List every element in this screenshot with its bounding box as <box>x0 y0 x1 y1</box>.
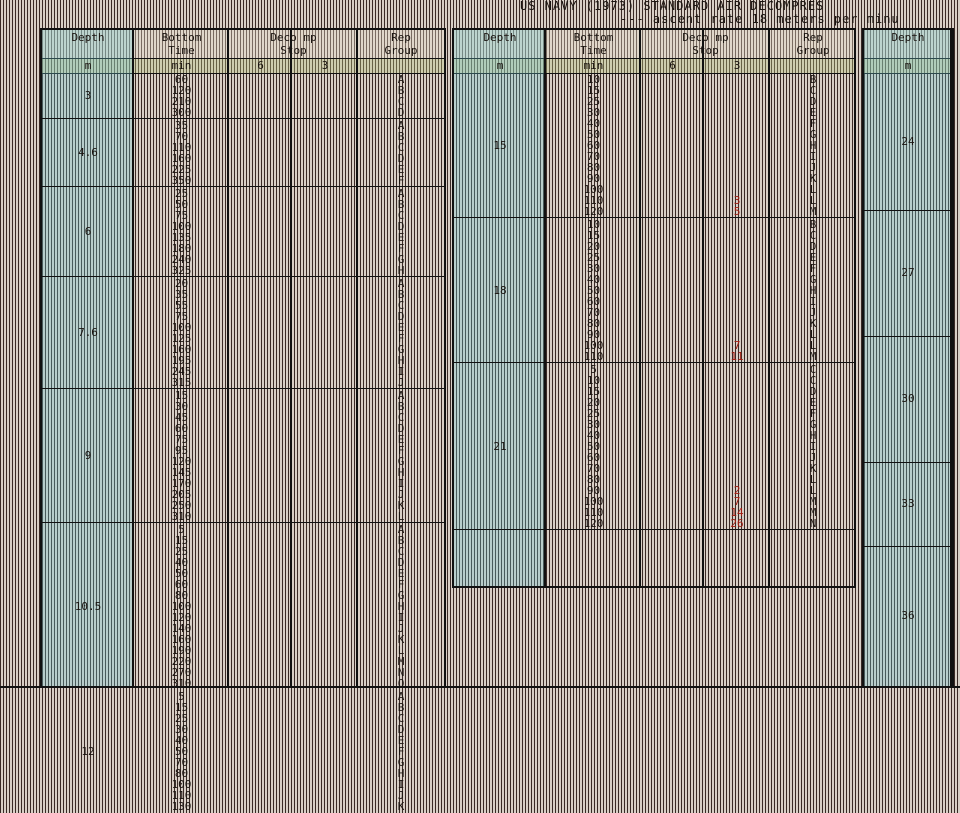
depth-column <box>42 30 134 686</box>
rep-group-cell: H <box>397 767 405 780</box>
bottom-time-cell: 110 <box>171 789 192 802</box>
unit-stop3: 3 <box>733 59 741 72</box>
rep-group-cell: I <box>397 778 405 791</box>
rep-group-cell: J <box>397 376 405 389</box>
header-bottom_time_2: Time <box>580 44 607 57</box>
bottom-time-cell: 315 <box>171 376 192 389</box>
group-divider <box>454 362 856 363</box>
rep-group-cell: K <box>397 800 405 813</box>
rep-group-cell: L <box>397 510 405 523</box>
bottom-time-cell: 310 <box>171 510 192 523</box>
bottom-time-cell: 325 <box>171 264 192 277</box>
bottom-time-cell: 130 <box>171 800 192 813</box>
rep-group-cell: H <box>397 264 405 277</box>
bottom-time-cell: 40 <box>174 734 189 747</box>
group-divider <box>42 276 444 277</box>
bottom-time-cell: 70 <box>174 756 189 769</box>
depth-value: 15 <box>493 138 507 152</box>
group-divider <box>454 529 856 530</box>
bottom-time-cell: 120 <box>583 517 604 530</box>
depth-value: 30 <box>901 392 915 405</box>
depth-value: 12 <box>81 744 95 758</box>
column-divider <box>290 30 292 686</box>
table-panel-3: Depth m 24 27 30 33 36 <box>862 28 954 688</box>
unit-depth: m <box>496 59 504 72</box>
depth-value: 33 <box>901 497 915 510</box>
depth-value: 21 <box>493 439 507 453</box>
group-divider <box>42 522 444 523</box>
header-bottom_time_1: Bottom <box>573 31 614 44</box>
stop-3m-cell: 11 <box>730 350 744 363</box>
bottom-time-cell: 110 <box>583 350 604 363</box>
depth-value: 27 <box>901 266 915 279</box>
bottom-time-cell: 30 <box>174 723 189 736</box>
table-panel-1: Depth Bottom Time Deco mp Stop Rep Group m min 6 3… <box>40 28 446 812</box>
header-rep_1: Rep <box>803 31 823 44</box>
bottom-time-cell: 80 <box>174 767 189 780</box>
header-rep_1: Rep <box>391 31 411 44</box>
rep-group-cell: G <box>397 756 405 769</box>
header-bottom_time_1: Bottom <box>161 31 202 44</box>
depth-value: 10.5 <box>74 599 102 613</box>
rep-group-cell: E <box>397 734 405 747</box>
depth-value: 7.6 <box>78 326 98 339</box>
stop-3m-cell: 5 <box>733 205 741 218</box>
depth-value: 9 <box>84 449 92 462</box>
header-rep_2: Group <box>796 44 830 57</box>
table-panel-2: Depth Bottom Time Deco mp Stop Rep Group m min 6 3… <box>452 28 856 588</box>
depth-value: 18 <box>493 283 507 297</box>
rep-group-cell: N <box>809 517 817 530</box>
header-depth: Depth <box>891 31 925 44</box>
header-rep_2: Group <box>384 44 418 57</box>
group-divider <box>42 388 444 389</box>
group-divider <box>42 118 444 119</box>
chart-subtitle: --- ascent rate 18 meters per minu <box>620 12 900 26</box>
bottom-time-cell: 350 <box>171 174 192 187</box>
group-divider <box>864 462 952 463</box>
unit-stop6: 6 <box>257 59 264 72</box>
depth-column <box>454 30 546 586</box>
page-bottom-rule <box>0 686 960 698</box>
rep-group-cell: F <box>397 745 405 758</box>
rep-group-cell: M <box>809 205 817 218</box>
bottom-time-cell: 50 <box>174 745 189 758</box>
rep-group-cell: D <box>397 106 405 119</box>
bottom-time-cell: 120 <box>583 205 604 218</box>
bottom-time-cell: 300 <box>171 106 192 119</box>
unit-stop6: 6 <box>669 59 676 72</box>
unit-time: min <box>171 59 192 72</box>
bottom-time-cell: 100 <box>171 778 192 791</box>
header-bottom_time_2: Time <box>168 44 195 57</box>
stop-3m-cell: 26 <box>730 517 744 530</box>
depth-column <box>864 30 952 686</box>
group-divider <box>454 217 856 218</box>
depth-value: 3 <box>84 89 92 102</box>
header-depth: Depth <box>71 31 105 44</box>
header-deco_2: Stop <box>692 44 719 57</box>
header-deco_2: Stop <box>280 44 307 57</box>
header-deco_1: Deco mp <box>682 31 729 44</box>
rep-group-cell: M <box>809 350 817 363</box>
rep-group-cell: C <box>397 712 405 725</box>
depth-value: 24 <box>901 135 915 148</box>
depth-value: 6 <box>84 225 92 238</box>
depth-value: 4.6 <box>78 146 98 159</box>
header-depth: Depth <box>483 31 517 44</box>
unit-depth: m <box>904 59 912 72</box>
header-deco_1: Deco mp <box>270 31 317 44</box>
unit-stop3: 3 <box>321 59 329 72</box>
rep-group-cell: J <box>397 789 405 802</box>
depth-value: 36 <box>901 609 915 622</box>
rep-group-cell: F <box>397 174 405 187</box>
rep-group-cell: D <box>397 723 405 736</box>
bottom-time-cell: 25 <box>174 712 189 725</box>
group-divider <box>864 210 952 211</box>
group-divider <box>864 546 952 547</box>
unit-time: min <box>583 59 604 72</box>
group-divider <box>864 336 952 337</box>
group-divider <box>42 186 444 187</box>
unit-depth: m <box>84 59 92 72</box>
